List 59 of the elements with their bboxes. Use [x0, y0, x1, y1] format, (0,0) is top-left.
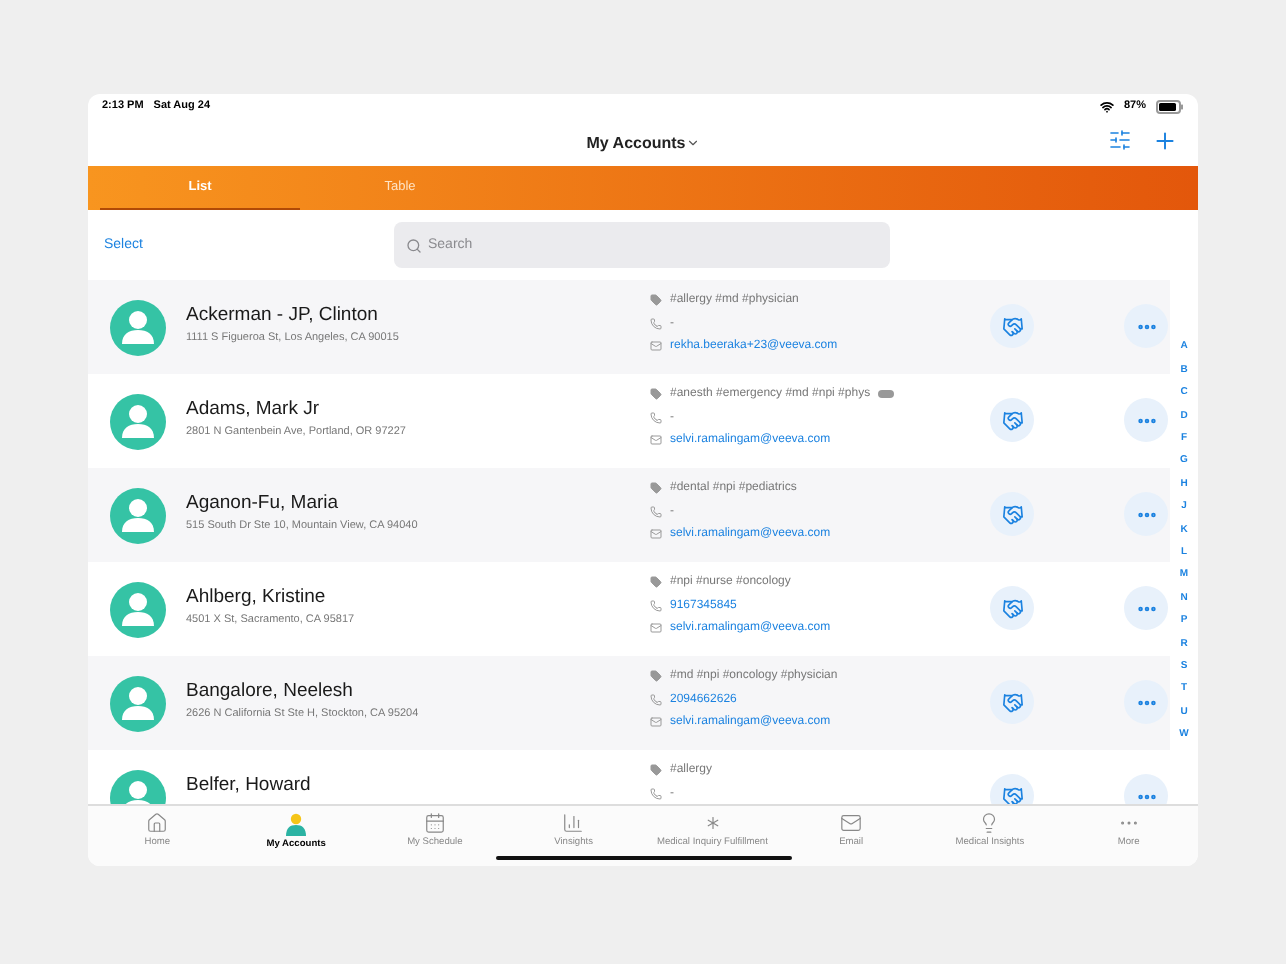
screen-title[interactable]: My Accounts	[586, 133, 686, 151]
handshake-icon	[1001, 503, 1023, 525]
handshake-button[interactable]	[990, 304, 1034, 348]
avatar-icon	[110, 299, 166, 355]
account-name: Bangalore, Neelesh	[186, 680, 355, 702]
mail-icon	[650, 622, 662, 635]
mail-icon	[650, 716, 662, 729]
avatar-icon	[110, 581, 166, 637]
handshake-icon	[1001, 409, 1023, 431]
avatar-icon	[110, 675, 166, 731]
chart-icon	[562, 812, 585, 834]
phone-icon	[650, 411, 662, 424]
phone-icon	[650, 787, 662, 800]
search-icon	[406, 237, 422, 253]
account-name: Belfer, Howard	[186, 774, 313, 796]
more-tags-icon[interactable]	[878, 390, 895, 399]
more-button[interactable]	[1124, 304, 1168, 348]
tag-icon	[650, 388, 662, 401]
tag-icon	[650, 294, 662, 307]
lightbulb-icon	[978, 812, 1001, 834]
tag-icon	[650, 670, 662, 683]
add-icon[interactable]	[1152, 128, 1178, 154]
mail-icon	[840, 812, 863, 834]
mail-icon	[650, 434, 662, 447]
battery-icon	[1156, 99, 1184, 113]
phone-icon	[650, 693, 662, 706]
calendar-icon	[423, 812, 446, 834]
more-button[interactable]	[1124, 586, 1168, 630]
more-button[interactable]	[1124, 680, 1168, 724]
home-icon	[146, 812, 169, 834]
account-name: Adams, Mark Jr	[186, 398, 322, 420]
tag-icon	[650, 764, 662, 777]
mail-icon	[650, 340, 662, 353]
phone-icon	[650, 599, 662, 612]
wifi-icon	[1099, 99, 1114, 113]
more-button[interactable]	[1124, 492, 1168, 536]
more-button[interactable]	[1124, 398, 1168, 442]
phone-icon	[650, 317, 662, 330]
filter-icon[interactable]	[1108, 128, 1132, 152]
tag-icon	[650, 576, 662, 589]
tag-icon	[650, 482, 662, 495]
mail-icon	[650, 528, 662, 541]
account-name: Aganon-Fu, Maria	[186, 492, 341, 514]
home-indicator[interactable]	[496, 855, 792, 860]
avatar-icon	[110, 393, 166, 449]
handshake-button[interactable]	[990, 586, 1034, 630]
account-name: Ahlberg, Kristine	[186, 586, 328, 608]
account-name: Ackerman - JP, Clinton	[186, 304, 380, 326]
handshake-icon	[1001, 785, 1023, 804]
handshake-button[interactable]	[990, 398, 1034, 442]
handshake-button[interactable]	[990, 492, 1034, 536]
handshake-button[interactable]	[990, 680, 1034, 724]
chevron-down-icon[interactable]	[685, 135, 700, 149]
handshake-icon	[1001, 597, 1023, 619]
phone-icon	[650, 505, 662, 518]
handshake-icon	[1001, 691, 1023, 713]
avatar-icon	[110, 487, 166, 543]
handshake-icon	[1001, 315, 1023, 337]
doctor-icon	[284, 812, 309, 836]
